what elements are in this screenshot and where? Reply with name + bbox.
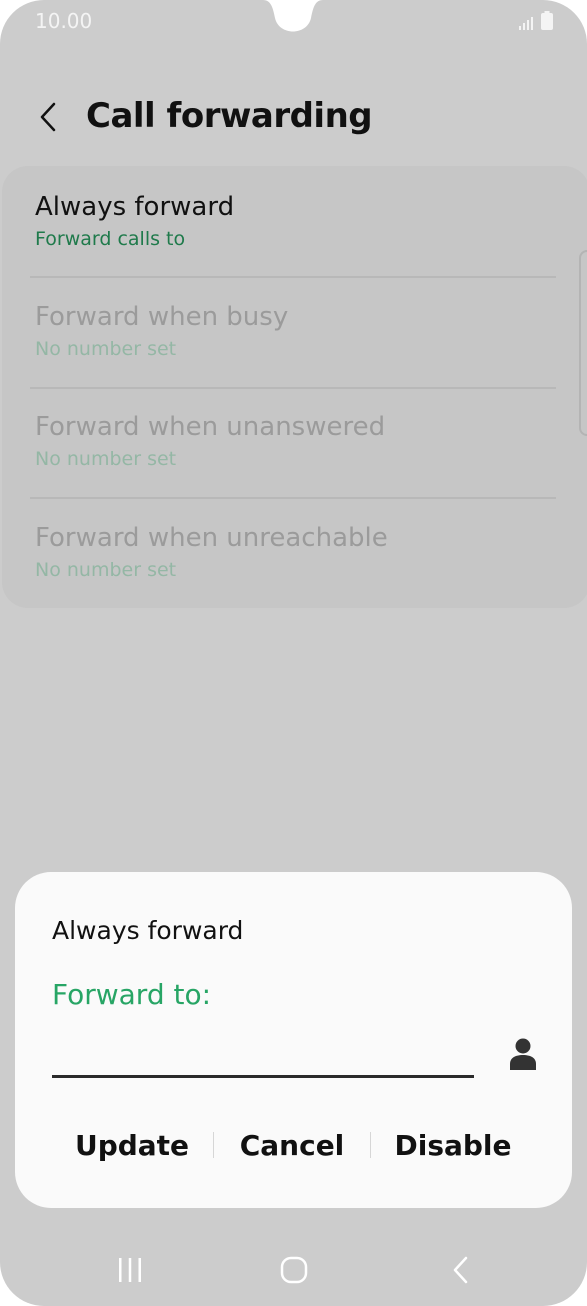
update-button[interactable]: Update	[55, 1120, 209, 1170]
contacts-button[interactable]	[503, 1032, 543, 1076]
option-subtitle: No number set	[35, 559, 177, 581]
button-separator	[370, 1132, 371, 1158]
forward-number-input[interactable]	[52, 1022, 474, 1078]
back-button[interactable]	[30, 96, 66, 138]
phone-screen: 10.00 Call forwarding Always forward For…	[0, 0, 587, 1306]
signal-icon	[519, 17, 533, 30]
disable-button[interactable]: Disable	[375, 1120, 531, 1170]
divider	[30, 387, 556, 389]
nav-back-icon	[453, 1256, 468, 1284]
option-subtitle: No number set	[35, 338, 177, 360]
forward-to-label: Forward to:	[52, 978, 212, 1011]
option-forward-when-unreachable[interactable]: Forward when unreachable No number set	[35, 523, 557, 581]
forward-dialog: Always forward Forward to: Update Cancel…	[15, 872, 572, 1208]
page-title: Call forwarding	[86, 96, 373, 136]
option-title: Always forward	[35, 192, 235, 222]
option-title: Forward when busy	[35, 302, 289, 332]
status-icons	[519, 11, 553, 30]
nav-recents-button[interactable]	[110, 1250, 150, 1290]
option-title: Forward when unreachable	[35, 523, 388, 553]
option-always-forward[interactable]: Always forward Forward calls to	[35, 192, 557, 250]
dialog-title: Always forward	[52, 916, 244, 945]
option-title: Forward when unanswered	[35, 412, 386, 442]
battery-icon	[541, 11, 553, 30]
divider	[30, 497, 556, 499]
recents-icon	[119, 1258, 141, 1282]
home-icon	[280, 1256, 308, 1284]
status-time: 10.00	[35, 9, 93, 33]
cancel-button[interactable]: Cancel	[217, 1120, 367, 1170]
camera-notch	[263, 0, 323, 32]
nav-home-button[interactable]	[274, 1250, 314, 1290]
divider	[30, 276, 556, 278]
dialog-button-row: Update Cancel Disable	[15, 1120, 572, 1170]
back-arrow-icon	[40, 102, 56, 132]
option-subtitle: Forward calls to	[35, 228, 186, 250]
person-icon	[510, 1038, 536, 1070]
option-forward-when-busy[interactable]: Forward when busy No number set	[35, 302, 557, 360]
scroll-handle[interactable]	[579, 250, 587, 436]
option-subtitle: No number set	[35, 448, 177, 470]
option-forward-when-unanswered[interactable]: Forward when unanswered No number set	[35, 412, 557, 470]
button-separator	[213, 1132, 214, 1158]
nav-back-button[interactable]	[440, 1250, 480, 1290]
